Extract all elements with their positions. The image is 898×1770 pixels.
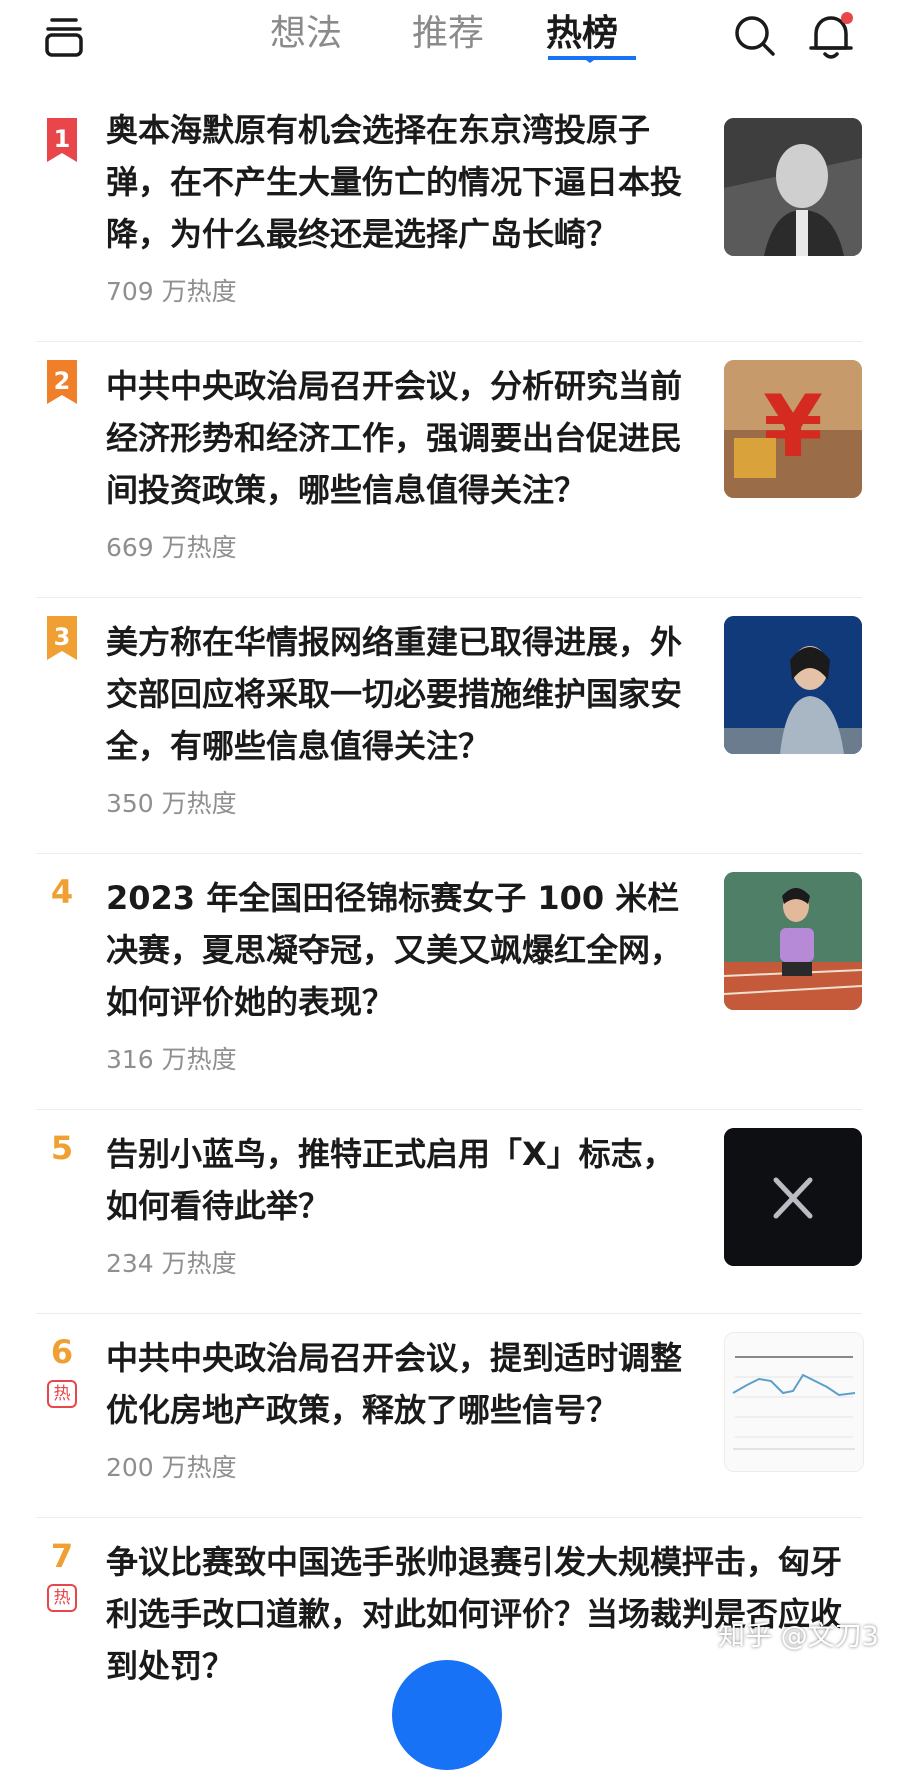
- x-logo-icon: [724, 1128, 862, 1266]
- rank-badge: 2: [44, 360, 80, 408]
- rank-number: 4: [50, 873, 74, 911]
- question-title[interactable]: 中共中央政治局召开会议，提到适时调整优化房地产政策，释放了哪些信号？: [106, 1332, 686, 1436]
- list-item[interactable]: 3 美方称在华情报网络重建已取得进展，外交部回应将采取一切必要措施维护国家安全，…: [0, 597, 898, 853]
- list-item[interactable]: 1 奥本海默原有机会选择在东京湾投原子弹，在不产生大量伤亡的情况下逼日本投降，为…: [0, 104, 898, 341]
- list-item[interactable]: 4 2023 年全国田径锦标赛女子 100 米栏决赛，夏思凝夺冠，又美又飒爆红全…: [0, 853, 898, 1109]
- question-title[interactable]: 告别小蓝鸟，推特正式启用「X」标志，如何看待此举？: [106, 1128, 686, 1232]
- rank-number: 7 热: [44, 1536, 80, 1612]
- watermark: 知乎 @文刀3: [718, 1621, 879, 1652]
- tab-hot-list[interactable]: 热榜: [546, 12, 618, 56]
- rank-badge: 1: [44, 118, 80, 166]
- list-item[interactable]: 6 热 中共中央政治局召开会议，提到适时调整优化房地产政策，释放了哪些信号？ 2…: [0, 1313, 898, 1517]
- question-thumbnail[interactable]: [724, 872, 862, 1010]
- photo-portrait-scientist-icon: [724, 118, 862, 256]
- question-thumbnail[interactable]: ¥: [724, 360, 862, 498]
- rank-badge: 3: [44, 616, 80, 664]
- list-item[interactable]: 5 告别小蓝鸟，推特正式启用「X」标志，如何看待此举？ 234 万热度: [0, 1109, 898, 1313]
- line-chart-thumbnail-icon: [725, 1333, 863, 1471]
- hot-tag: 热: [47, 1584, 77, 1612]
- question-title[interactable]: 奥本海默原有机会选择在东京湾投原子弹，在不产生大量伤亡的情况下逼日本投降，为什么…: [106, 104, 686, 260]
- active-tab-indicator: [548, 56, 636, 63]
- notification-dot: [841, 12, 853, 24]
- rank-number: 6 热: [44, 1332, 80, 1408]
- list-item[interactable]: 2 中共中央政治局召开会议，分析研究当前经济形势和经济工作，强调要出台促进民间投…: [0, 341, 898, 597]
- svg-text:1: 1: [54, 125, 71, 153]
- heat-count: 234 万热度: [106, 1249, 237, 1278]
- tab-recommend[interactable]: 推荐: [412, 12, 484, 56]
- heat-count: 316 万热度: [106, 1045, 237, 1074]
- question-title[interactable]: 2023 年全国田径锦标赛女子 100 米栏决赛，夏思凝夺冠，又美又飒爆红全网，…: [106, 872, 686, 1028]
- photo-athlete-icon: [724, 872, 862, 1010]
- top-navigation-bar: 想法 推荐 热榜: [0, 0, 898, 96]
- heat-count: 709 万热度: [106, 277, 237, 306]
- svg-text:3: 3: [54, 623, 71, 651]
- hot-tag: 热: [47, 1380, 77, 1408]
- heat-count: 350 万热度: [106, 789, 237, 818]
- floating-action-button[interactable]: [392, 1660, 502, 1770]
- heat-count: 669 万热度: [106, 533, 237, 562]
- rank-number: 5: [50, 1129, 74, 1167]
- tab-ideas[interactable]: 想法: [270, 12, 342, 56]
- question-thumbnail[interactable]: [724, 1128, 862, 1266]
- hot-list: 1 奥本海默原有机会选择在东京湾投原子弹，在不产生大量伤亡的情况下逼日本投降，为…: [0, 104, 898, 1717]
- svg-text:2: 2: [54, 367, 71, 395]
- search-icon[interactable]: [733, 14, 777, 58]
- notification-bell-icon[interactable]: [808, 10, 856, 62]
- photo-yuan-symbol-icon: ¥: [724, 360, 862, 498]
- question-thumbnail[interactable]: [724, 1332, 864, 1472]
- menu-icon[interactable]: [44, 14, 84, 58]
- question-thumbnail[interactable]: [724, 118, 862, 256]
- question-thumbnail[interactable]: [724, 616, 862, 754]
- question-title[interactable]: 美方称在华情报网络重建已取得进展，外交部回应将采取一切必要措施维护国家安全，有哪…: [106, 616, 686, 772]
- heat-count: 200 万热度: [106, 1453, 237, 1482]
- question-title[interactable]: 中共中央政治局召开会议，分析研究当前经济形势和经济工作，强调要出台促进民间投资政…: [106, 360, 686, 516]
- photo-spokesperson-icon: [724, 616, 862, 754]
